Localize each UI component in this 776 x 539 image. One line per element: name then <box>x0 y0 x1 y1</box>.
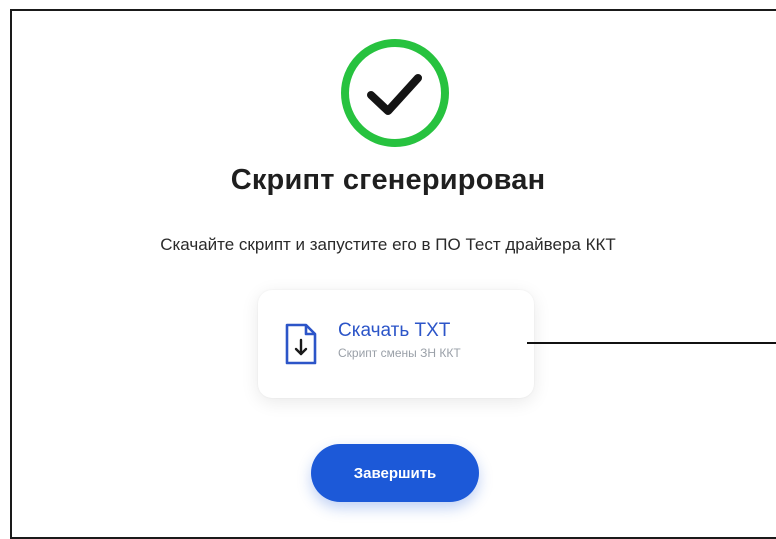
file-download-icon <box>284 322 318 366</box>
page-subtitle: Скачайте скрипт и запустите его в ПО Тес… <box>160 235 616 254</box>
annotation-pointer-line <box>527 342 776 344</box>
finish-button[interactable]: Завершить <box>311 444 479 502</box>
download-txt-card[interactable]: Скачать TXT Скрипт смены ЗН ККТ <box>258 290 534 398</box>
check-circle-icon <box>340 38 450 148</box>
page-title: Скрипт сгенерирован <box>230 164 546 196</box>
download-caption: Скрипт смены ЗН ККТ <box>338 346 461 360</box>
download-txt-link[interactable]: Скачать TXT <box>338 320 450 342</box>
